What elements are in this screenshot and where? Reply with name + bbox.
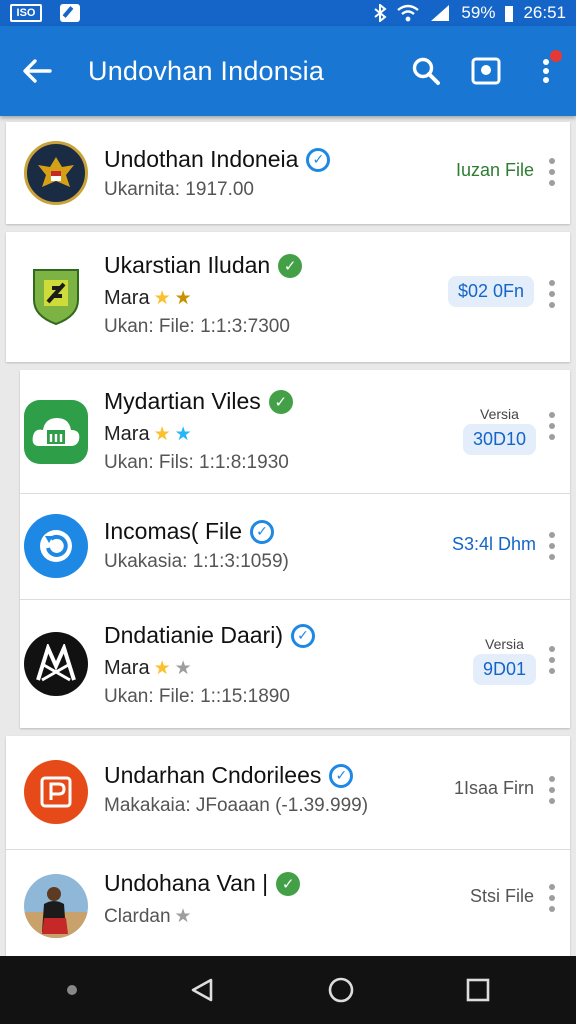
file-action-button[interactable]: Iuzan File <box>456 160 534 181</box>
file-action-button[interactable]: Versia 30D10 <box>462 406 536 455</box>
list-item[interactable]: Undarhan Cndorilees ✓ Makakaia: JFoaaan (… <box>6 736 570 850</box>
monogram-logo-icon <box>24 632 88 696</box>
item-subtitle: Ukakasia: 1:1:3:1059) <box>104 551 289 572</box>
file-action-button[interactable]: S3:4l Dhm <box>452 534 536 555</box>
action-label: 30D10 <box>462 424 536 455</box>
overflow-menu-button[interactable] <box>516 26 576 116</box>
app-list: Undothan Indoneia ✓ Ukarnita: 1917.00 Iuz… <box>6 122 570 962</box>
letter-p-icon <box>24 760 88 824</box>
list-card: Undothan Indoneia ✓ Ukarnita: 1917.00 Iuz… <box>6 122 570 224</box>
list-item[interactable]: Ukarstian Iludan ✓ Mara ★ ★ Ukan: File: 1:1… <box>6 232 570 362</box>
action-label: $02 0Fn <box>447 276 534 307</box>
list-card: Ukarstian Iludan ✓ Mara ★ ★ Ukan: File: 1:1… <box>6 232 570 362</box>
triangle-back-icon[interactable] <box>189 977 215 1003</box>
action-label: 9D01 <box>472 654 536 685</box>
back-button[interactable] <box>0 26 74 116</box>
circle-home-icon[interactable] <box>327 976 355 1004</box>
signal-icon <box>431 5 450 21</box>
item-subtitle: Ukarnita: 1917.00 <box>104 179 254 200</box>
star-icon: ★ <box>174 906 192 927</box>
verified-badge-icon: ✓ <box>268 389 293 414</box>
list-item[interactable]: Dndatianie Daari) ✓ Mara ★ ★ Ukan: File: 1:… <box>20 600 570 728</box>
star-icon: ★ <box>153 288 171 309</box>
star-icon: ★ <box>174 288 192 309</box>
file-action-button[interactable]: Versia 9D01 <box>472 636 536 685</box>
verified-badge-icon: ✓ <box>278 253 303 278</box>
search-button[interactable] <box>396 26 456 116</box>
list-item[interactable]: Incomas( File ✓ Ukakasia: 1:1:3:1059) S3:… <box>20 494 570 600</box>
item-subtitle: Makakaia: JFoaaan (-1.39.999) <box>104 795 369 816</box>
rating-label: Mara <box>104 657 150 679</box>
arrow-left-icon <box>23 59 52 83</box>
verified-badge-icon: ✓ <box>329 763 354 788</box>
star-icon: ★ <box>174 424 192 445</box>
clock: 26:51 <box>523 3 566 22</box>
rating-label: Mara <box>104 287 150 309</box>
action-label: 1Isaa Firn <box>453 778 534 798</box>
action-label: Stsi File <box>469 886 534 906</box>
garuda-emblem-icon <box>24 141 88 205</box>
item-subtitle: Ukan: File: 1::15:1890 <box>104 686 290 707</box>
bluetooth-icon <box>374 4 388 22</box>
item-name: Undohana Van | <box>104 870 269 896</box>
app-bar: Undovhan Indonsia <box>0 26 576 116</box>
verified-badge-icon: ✓ <box>276 871 301 896</box>
verified-badge-icon: ✓ <box>306 147 331 172</box>
shield-logo-icon <box>24 264 88 328</box>
item-name: Ukarstian Iludan <box>104 252 271 278</box>
square-recents-icon[interactable] <box>466 978 490 1002</box>
edit-notification-icon <box>60 4 80 22</box>
version-label: Versia <box>485 636 524 652</box>
item-subtitle: Clardan <box>104 905 171 927</box>
verified-badge-icon: ✓ <box>250 519 275 544</box>
item-menu-icon[interactable] <box>548 532 556 560</box>
notification-badge <box>550 50 562 62</box>
action-label: S3:4l Dhm <box>451 534 536 554</box>
gallery-button[interactable] <box>456 26 516 116</box>
list-card: Mydartian Viles ✓ Mara ★ ★ Ukan: Fils: 1:1:… <box>20 370 570 728</box>
list-item[interactable]: Mydartian Viles ✓ Mara ★ ★ Ukan: Fils: 1:1:… <box>20 370 570 494</box>
rating-label: Mara <box>104 423 150 445</box>
more-vert-icon <box>543 59 549 83</box>
item-subtitle: Ukan: File: 1:1:3:7300 <box>104 316 290 337</box>
item-name: Incomas( File <box>104 518 243 544</box>
search-icon <box>412 57 440 85</box>
item-name: Dndatianie Daari) <box>104 622 283 648</box>
star-icon: ★ <box>153 424 171 445</box>
refresh-circle-icon <box>24 514 88 578</box>
list-item[interactable]: Undohana Van | ✓ Clardan ★ Stsi File <box>6 850 570 962</box>
star-icon: ★ <box>153 658 171 679</box>
list-card: Undarhan Cndorilees ✓ Makakaia: JFoaaan (… <box>6 736 570 962</box>
file-action-button[interactable]: $02 0Fn <box>447 276 534 307</box>
sim-icon: ISO <box>10 4 42 22</box>
wifi-icon <box>397 4 420 22</box>
battery-icon <box>505 6 514 22</box>
item-name: Undothan Indoneia <box>104 146 299 172</box>
person-photo-avatar <box>24 874 88 938</box>
version-label: Versia <box>480 406 519 422</box>
item-menu-icon[interactable] <box>548 280 556 308</box>
file-action-button[interactable]: Stsi File <box>470 886 534 907</box>
cloud-house-icon <box>24 400 88 464</box>
page-title: Undovhan Indonsia <box>88 55 325 86</box>
status-bar: ISO 59% 26:51 <box>0 0 576 26</box>
item-menu-icon[interactable] <box>548 412 556 440</box>
verified-badge-icon: ✓ <box>290 623 315 648</box>
item-menu-icon[interactable] <box>548 646 556 674</box>
dot-icon <box>66 985 77 995</box>
action-label: Iuzan File <box>455 160 534 180</box>
image-icon <box>471 57 501 85</box>
item-name: Undarhan Cndorilees <box>104 762 322 788</box>
list-item[interactable]: Undothan Indoneia ✓ Ukarnita: 1917.00 Iuz… <box>6 122 570 224</box>
item-name: Mydartian Viles <box>104 388 261 414</box>
item-menu-icon[interactable] <box>548 776 556 804</box>
file-action-button[interactable]: 1Isaa Firn <box>454 778 534 799</box>
item-menu-icon[interactable] <box>548 158 556 186</box>
battery-percent: 59% <box>461 3 496 22</box>
item-menu-icon[interactable] <box>548 884 556 912</box>
star-icon: ★ <box>174 658 192 679</box>
item-subtitle: Ukan: Fils: 1:1:8:1930 <box>104 452 289 473</box>
system-nav-bar <box>0 956 576 1024</box>
